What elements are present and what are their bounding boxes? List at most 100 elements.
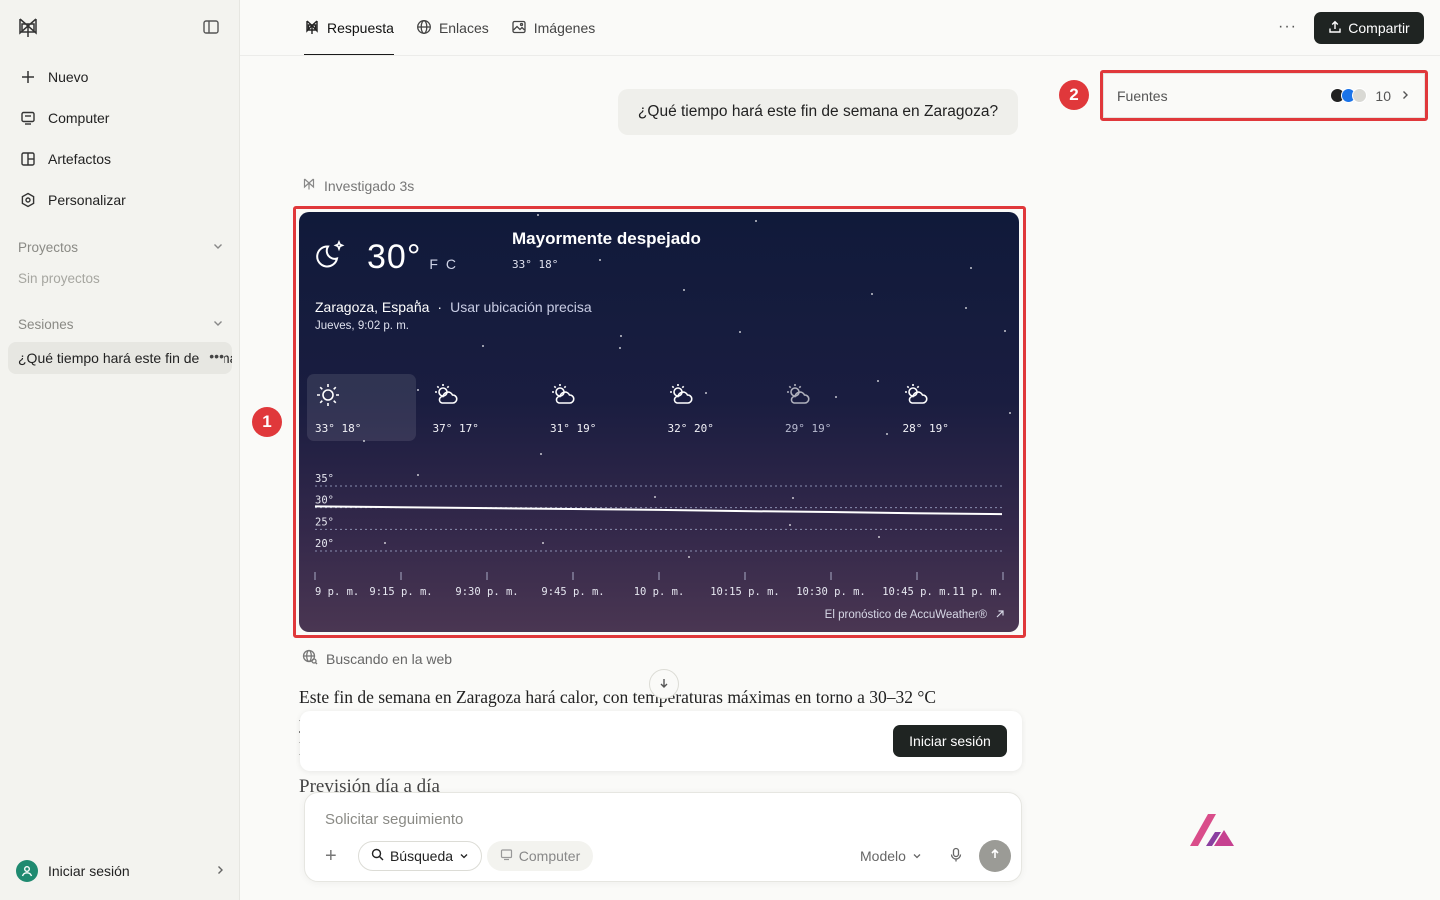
attribution-text: El pronóstico de AccuWeather® — [824, 609, 987, 621]
unit-toggle[interactable]: F C — [429, 256, 458, 272]
scroll-down-button[interactable] — [649, 669, 679, 699]
tab-images[interactable]: Imágenes — [511, 0, 595, 56]
chevron-right-icon — [214, 863, 226, 879]
annotation-badge-1: 1 — [252, 407, 282, 437]
sidebar-item-new[interactable]: Nuevo — [8, 60, 232, 94]
x-tick-label: 9:45 p. m. — [541, 586, 604, 598]
sun-icon — [317, 384, 339, 406]
projects-empty-note: Sin proyectos — [18, 271, 100, 286]
sidebar-toggle-icon[interactable] — [202, 18, 220, 36]
follow-up-input[interactable]: Solicitar seguimiento — [325, 811, 463, 828]
arrow-down-icon — [658, 676, 670, 692]
forecast-day[interactable]: 28° 19° — [895, 374, 1013, 441]
tab-answer[interactable]: Respuesta — [304, 0, 394, 56]
x-tick-label: 10:15 p. m. — [710, 586, 780, 598]
sidebar-item-customize[interactable]: Personalizar — [8, 183, 232, 217]
watermark-logo — [1188, 810, 1236, 852]
star-dot — [482, 345, 484, 347]
session-item[interactable]: ¿Qué tiempo hará este fin de semana en Z… — [8, 342, 232, 374]
partly-cloudy-icon — [434, 384, 458, 404]
forecast-temps: 37° 17° — [432, 422, 479, 435]
sources-label: Fuentes — [1117, 87, 1168, 104]
forecast-day[interactable]: 33° 18° — [307, 374, 416, 441]
sources-button[interactable]: Fuentes 10 — [1103, 73, 1425, 118]
source-favicon-icon — [1352, 88, 1368, 103]
projects-section-header[interactable]: Proyectos — [18, 240, 224, 255]
accuweather-attribution[interactable]: El pronóstico de AccuWeather® — [825, 609, 1005, 622]
header-divider — [240, 55, 1440, 56]
web-search-status: Buscando en la web — [302, 649, 452, 668]
chevron-down-icon — [212, 240, 224, 255]
current-temp-value: 30° — [367, 238, 422, 276]
search-icon — [371, 848, 384, 864]
tab-label: Imágenes — [533, 20, 596, 36]
sidebar-login[interactable]: Iniciar sesión — [16, 858, 226, 884]
y-tick-label: 20° — [315, 538, 334, 550]
share-icon — [1328, 20, 1342, 37]
globe-search-icon — [302, 649, 318, 668]
star-dot — [739, 331, 741, 333]
computer-mode-label: Computer — [518, 848, 581, 864]
sidebar-item-label: Nuevo — [48, 69, 89, 85]
chevron-down-icon — [912, 848, 922, 864]
sidebar-item-label: Artefactos — [48, 151, 112, 167]
annotation-badge-2: 2 — [1059, 80, 1089, 110]
star-dot — [965, 307, 967, 309]
user-avatar-icon — [16, 860, 38, 882]
search-mode-button[interactable]: Búsqueda — [358, 841, 482, 871]
weather-widget: 30° F C Mayormente despejado 33° 18° Zar… — [299, 212, 1019, 632]
daily-forecast: 33° 18° 37° 17° 31° 19° 32° 20° 29° 19° … — [307, 374, 1012, 441]
current-temperature: 30° F C — [315, 238, 458, 277]
star-dot — [1004, 330, 1006, 332]
more-options-icon[interactable]: ··· — [1278, 18, 1297, 36]
login-label: Iniciar sesión — [48, 863, 130, 879]
source-favicons — [1330, 88, 1368, 103]
sidebar-item-artifacts[interactable]: Artefactos — [8, 142, 232, 176]
computer-mode-button[interactable]: Computer — [487, 841, 593, 871]
forecast-day[interactable]: 32° 20° — [660, 374, 778, 441]
section-heading: Previsión día a día — [299, 776, 440, 792]
y-tick-label: 25° — [315, 516, 334, 528]
app-logo-icon[interactable] — [16, 16, 40, 40]
plus-icon — [18, 67, 38, 87]
y-tick-label: 35° — [315, 473, 334, 485]
star-dot — [537, 214, 539, 216]
x-tick-label: 10:45 p. m. — [882, 586, 952, 598]
model-selector[interactable]: Modelo — [860, 848, 922, 864]
more-options-icon[interactable]: ••• — [203, 348, 224, 364]
send-button[interactable] — [979, 840, 1011, 872]
globe-icon — [416, 19, 432, 38]
tab-label: Enlaces — [438, 20, 489, 36]
forecast-temps: 33° 18° — [315, 422, 362, 435]
tab-links[interactable]: Enlaces — [416, 0, 489, 56]
share-label: Compartir — [1348, 20, 1410, 36]
star-dot — [619, 347, 621, 349]
star-dot — [683, 289, 685, 291]
temperature-line — [314, 505, 1003, 516]
forecast-day[interactable]: 29° 19° — [777, 374, 895, 441]
sidebar: Nuevo Computer Artefactos Personalizar P… — [0, 0, 240, 900]
today-hi-lo: 33° 18° — [512, 258, 559, 271]
external-link-icon — [995, 609, 1005, 622]
share-button[interactable]: Compartir — [1314, 12, 1424, 44]
login-button[interactable]: Iniciar sesión — [893, 725, 1007, 757]
partly-cloudy-icon — [552, 384, 575, 404]
attach-plus-icon[interactable]: + — [325, 845, 337, 868]
separator: · — [437, 299, 443, 315]
session-title: ¿Qué tiempo hará este fin de semana en Z… — [18, 350, 232, 366]
forecast-day[interactable]: 31° 19° — [542, 374, 660, 441]
follow-up-composer: Solicitar seguimiento + Búsqueda Compute… — [304, 792, 1022, 882]
chevron-down-icon — [459, 848, 469, 864]
chevron-right-icon — [1399, 88, 1411, 104]
precise-location-link[interactable]: Usar ubicación precisa — [450, 299, 592, 315]
artifacts-icon — [18, 149, 38, 169]
y-tick-label: 30° — [315, 495, 334, 507]
research-icon — [302, 177, 316, 194]
sessions-section-header[interactable]: Sesiones — [18, 317, 224, 332]
star-dot — [970, 267, 972, 269]
forecast-temps: 28° 19° — [902, 422, 949, 435]
microphone-icon[interactable] — [949, 847, 963, 868]
x-tick-label: 10:30 p. m. — [796, 586, 866, 598]
sidebar-item-computer[interactable]: Computer — [8, 101, 232, 135]
forecast-day[interactable]: 37° 17° — [425, 374, 543, 441]
